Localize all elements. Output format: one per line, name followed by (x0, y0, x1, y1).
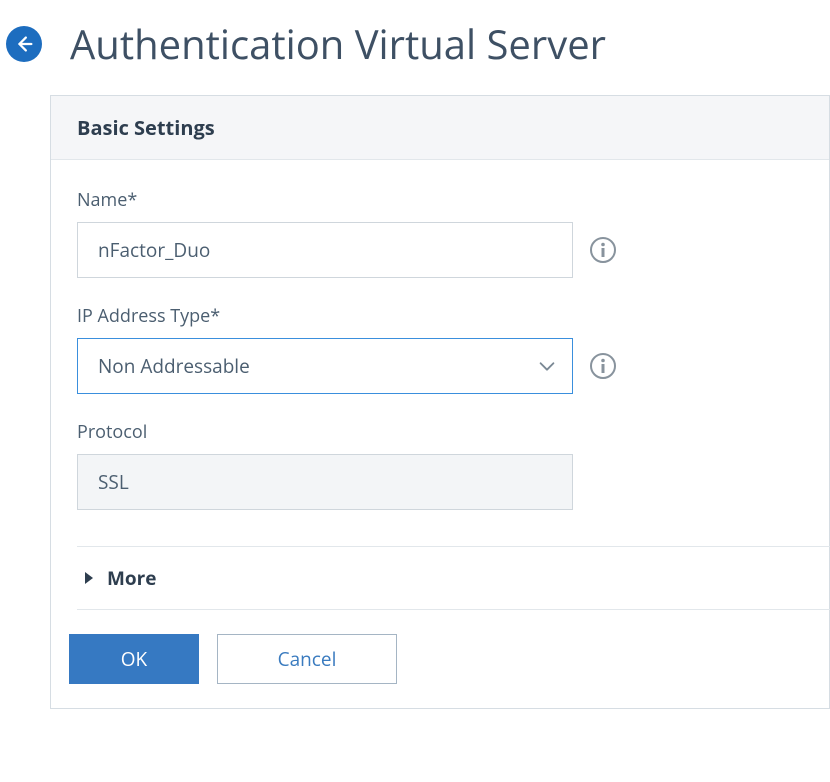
name-input[interactable] (77, 222, 573, 278)
ok-button[interactable]: OK (69, 634, 199, 684)
ip-type-info-icon[interactable] (589, 352, 617, 380)
back-button[interactable] (6, 26, 42, 62)
info-icon (589, 352, 617, 380)
name-label: Name* (77, 188, 803, 212)
basic-settings-panel: Basic Settings Name* IP Address Type* (50, 95, 830, 709)
back-arrow-icon (13, 33, 35, 55)
panel-header: Basic Settings (51, 96, 829, 160)
protocol-value: SSL (77, 454, 573, 510)
ip-type-label: IP Address Type* (77, 304, 803, 328)
more-label: More (107, 565, 157, 591)
expand-right-icon (83, 571, 95, 585)
cancel-button[interactable]: Cancel (217, 634, 397, 684)
panel-title: Basic Settings (77, 114, 803, 141)
info-icon (589, 236, 617, 264)
more-expander[interactable]: More (77, 546, 830, 610)
ip-type-value: Non Addressable (98, 353, 250, 379)
protocol-label: Protocol (77, 420, 803, 444)
page-title: Authentication Virtual Server (70, 16, 606, 71)
chevron-down-icon (536, 355, 558, 377)
name-info-icon[interactable] (589, 236, 617, 264)
ip-type-select[interactable]: Non Addressable (77, 338, 573, 394)
